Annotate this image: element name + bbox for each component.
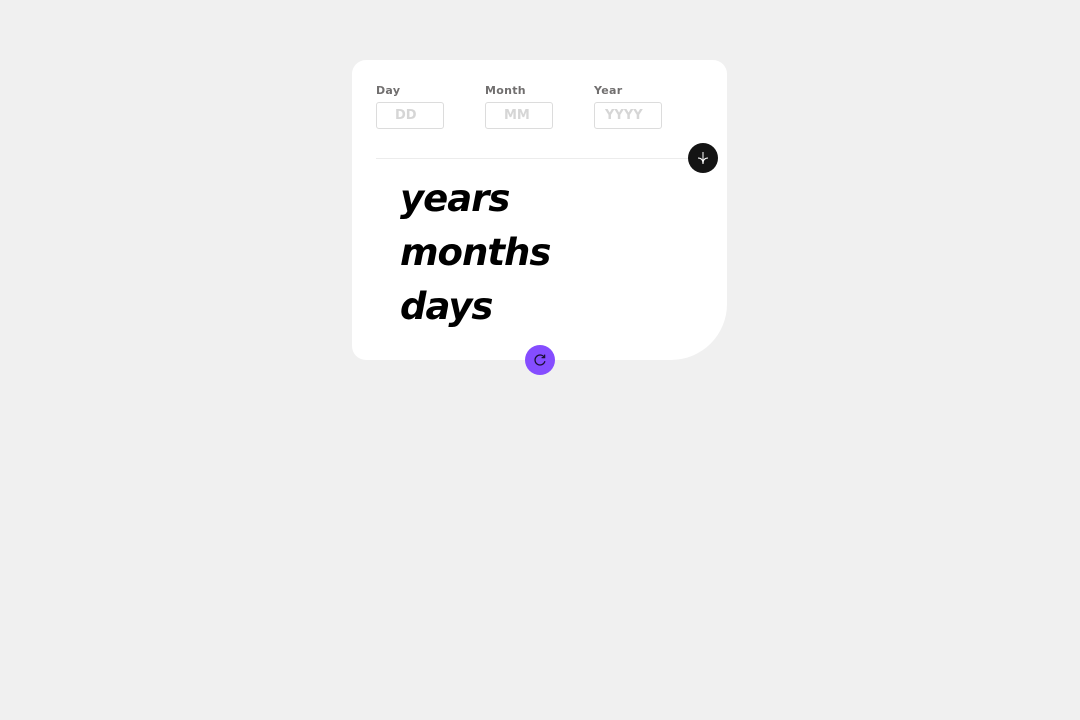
result-days: days bbox=[400, 285, 493, 328]
month-label: Month bbox=[485, 84, 526, 97]
day-field-group: Day bbox=[376, 84, 444, 129]
refresh-icon bbox=[534, 354, 546, 366]
reset-button[interactable] bbox=[525, 345, 555, 375]
results: years months days bbox=[400, 172, 551, 334]
year-field-group: Year bbox=[594, 84, 662, 129]
day-input[interactable] bbox=[376, 102, 444, 129]
arrow-down-icon bbox=[697, 152, 709, 165]
divider bbox=[376, 158, 696, 159]
year-input[interactable] bbox=[594, 102, 662, 129]
result-years: years bbox=[400, 177, 510, 220]
year-label: Year bbox=[594, 84, 623, 97]
submit-button[interactable] bbox=[688, 143, 718, 173]
age-calculator-card: Day Month Year years months days bbox=[352, 60, 727, 360]
month-input[interactable] bbox=[485, 102, 553, 129]
day-label: Day bbox=[376, 84, 401, 97]
month-field-group: Month bbox=[485, 84, 553, 129]
result-months: months bbox=[400, 231, 551, 274]
